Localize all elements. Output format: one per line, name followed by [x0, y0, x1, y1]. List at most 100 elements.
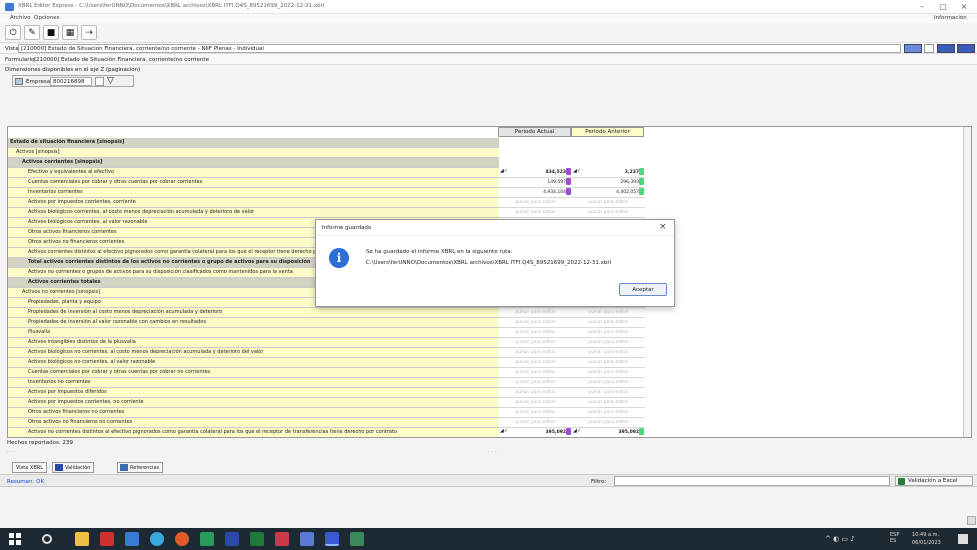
empty-cell-previous[interactable]: pulsar para editar: [572, 408, 645, 418]
notification-icon[interactable]: [958, 534, 968, 544]
concept-row[interactable]: Activos [sinopsis]: [8, 148, 499, 158]
language-indicator[interactable]: ESP ES: [890, 532, 899, 544]
concept-row[interactable]: Cuentas comerciales por cobrar y otras c…: [8, 368, 499, 378]
value-cell-current[interactable]: 434,523 ◢✓: [499, 168, 572, 178]
concept-row[interactable]: Activos corrientes [sinopsis]: [8, 158, 499, 168]
empty-cell-current[interactable]: pulsar para editar: [499, 388, 572, 398]
company-select[interactable]: 800216898: [50, 77, 92, 86]
value-cell-previous[interactable]: 4,402,057: [572, 188, 645, 198]
view-grid-icon[interactable]: [937, 44, 955, 53]
value-cell-current[interactable]: 395,092 ◢✓: [499, 428, 572, 437]
empty-cell-current[interactable]: pulsar para editar: [499, 358, 572, 368]
concept-row[interactable]: Activos biológicos no corrientes, al val…: [8, 358, 499, 368]
app-teal-icon[interactable]: [350, 532, 364, 546]
empty-cell-current[interactable]: pulsar para editar: [499, 208, 572, 218]
value-cell-previous[interactable]: 3,237 ◢✓: [572, 168, 645, 178]
windows-start-icon[interactable]: [8, 532, 22, 546]
empty-cell-current[interactable]: pulsar para editar: [499, 328, 572, 338]
access-icon[interactable]: [275, 532, 289, 546]
empty-cell-previous[interactable]: pulsar para editar: [572, 338, 645, 348]
app-green-icon[interactable]: [200, 532, 214, 546]
dialog-close-button[interactable]: ×: [659, 222, 667, 232]
filter-icon[interactable]: ▽: [107, 76, 114, 86]
empty-cell-current[interactable]: pulsar para editar: [499, 308, 572, 318]
empty-cell-previous[interactable]: pulsar para editar: [572, 208, 645, 218]
clock-date[interactable]: 06/01/2023: [912, 540, 941, 546]
concept-row[interactable]: Activos biológicos no corrientes, al cos…: [8, 348, 499, 358]
app-red-icon[interactable]: [100, 532, 114, 546]
value-cell-previous[interactable]: 395,092 ◢✓: [572, 428, 645, 437]
empty-cell-previous[interactable]: pulsar para editar: [572, 198, 645, 208]
menu-file[interactable]: Archivo: [10, 15, 31, 21]
view-table-icon[interactable]: [957, 44, 975, 53]
concept-row[interactable]: Activos biológicos corrientes, al costo …: [8, 208, 499, 218]
file-explorer-icon[interactable]: [75, 532, 89, 546]
menu-options[interactable]: Opciones: [34, 15, 59, 21]
grid-scrollbar[interactable]: [963, 127, 971, 437]
app-blue-icon[interactable]: [125, 532, 139, 546]
view-dropdown-icon[interactable]: [924, 44, 934, 53]
results-scroll-button[interactable]: [967, 516, 976, 525]
concept-row[interactable]: Estado de situación financiera [sinopsis…: [8, 138, 499, 148]
value-cell-previous[interactable]: 296,393: [572, 178, 645, 188]
excel-taskbar-icon[interactable]: [250, 532, 264, 546]
concept-row[interactable]: Cuentas comerciales por cobrar y otras c…: [8, 178, 499, 188]
tab-validation[interactable]: Validación: [52, 462, 95, 473]
menu-info[interactable]: Información: [934, 15, 967, 21]
value-cell-current[interactable]: 4,934,104: [499, 188, 572, 198]
empty-cell-current[interactable]: pulsar para editar: [499, 368, 572, 378]
word-icon[interactable]: [225, 532, 239, 546]
splitter-center[interactable]: · · ·: [488, 449, 497, 455]
empty-cell-previous[interactable]: pulsar para editar: [572, 368, 645, 378]
tray-icons[interactable]: ^ ◐ ▭ ♪: [825, 535, 855, 543]
empty-cell-previous[interactable]: pulsar para editar: [572, 378, 645, 388]
splitter-handle[interactable]: · · ·: [7, 449, 16, 455]
empty-cell-previous[interactable]: pulsar para editar: [572, 308, 645, 318]
maximize-button[interactable]: ▢: [933, 2, 953, 12]
power-button[interactable]: ⏻: [5, 25, 21, 40]
value-cell-current[interactable]: 149,597: [499, 178, 572, 188]
save-button[interactable]: ■: [43, 25, 59, 40]
accept-button[interactable]: Aceptar: [619, 283, 667, 296]
empty-cell-previous[interactable]: pulsar para editar: [572, 318, 645, 328]
view-select[interactable]: [210000] Estado de Situación Financiera,…: [18, 44, 901, 53]
tab-references[interactable]: Referencias: [117, 462, 164, 473]
empty-cell-current[interactable]: pulsar para editar: [499, 378, 572, 388]
concept-row[interactable]: Propiedades de inversión al costo menos …: [8, 308, 499, 318]
empty-cell-previous[interactable]: pulsar para editar: [572, 328, 645, 338]
minimize-button[interactable]: –: [912, 2, 932, 12]
concept-row[interactable]: Activos por impuestos corrientes, corrie…: [8, 198, 499, 208]
concept-row[interactable]: Inventarios corrientes: [8, 188, 499, 198]
empty-cell-previous[interactable]: pulsar para editar: [572, 388, 645, 398]
concept-row[interactable]: Propiedades de inversión al valor razona…: [8, 318, 499, 328]
empty-cell-current[interactable]: pulsar para editar: [499, 318, 572, 328]
concept-row[interactable]: Otros activos no financieros no corrient…: [8, 418, 499, 428]
concept-row[interactable]: Inventarios no corrientes: [8, 378, 499, 388]
export-validation-button[interactable]: Validación a Excel: [895, 476, 973, 486]
empty-cell-previous[interactable]: pulsar para editar: [572, 418, 645, 428]
edit-button[interactable]: ✎: [24, 25, 40, 40]
concept-row[interactable]: Otros activos financieros no corrientes: [8, 408, 499, 418]
concept-row[interactable]: Activos por impuestos corrientes, no cor…: [8, 398, 499, 408]
firefox-icon[interactable]: [175, 532, 189, 546]
concept-row[interactable]: Activos por impuestos diferidos: [8, 388, 499, 398]
empty-cell-previous[interactable]: pulsar para editar: [572, 348, 645, 358]
edge-icon[interactable]: [150, 532, 164, 546]
tab-xbrl-view[interactable]: Vista XBRL: [12, 462, 48, 473]
filter-input[interactable]: [614, 476, 890, 486]
empty-cell-previous[interactable]: pulsar para editar: [572, 358, 645, 368]
grid-button[interactable]: ▦: [62, 25, 78, 40]
empty-cell-current[interactable]: pulsar para editar: [499, 338, 572, 348]
empty-cell-current[interactable]: pulsar para editar: [499, 348, 572, 358]
concept-row[interactable]: Efectivo y equivalentes al efectivo: [8, 168, 499, 178]
company-dropdown-icon[interactable]: [95, 77, 104, 86]
concept-row[interactable]: Plusvalía: [8, 328, 499, 338]
empty-cell-previous[interactable]: pulsar para editar: [572, 398, 645, 408]
chat-icon[interactable]: [300, 532, 314, 546]
export-button[interactable]: ⇢: [81, 25, 97, 40]
empty-cell-current[interactable]: pulsar para editar: [499, 198, 572, 208]
view-layout-icon[interactable]: [904, 44, 922, 53]
concept-row[interactable]: Activos no corrientes distintos al efect…: [8, 428, 499, 437]
empty-cell-current[interactable]: pulsar para editar: [499, 408, 572, 418]
search-icon[interactable]: [42, 534, 52, 544]
